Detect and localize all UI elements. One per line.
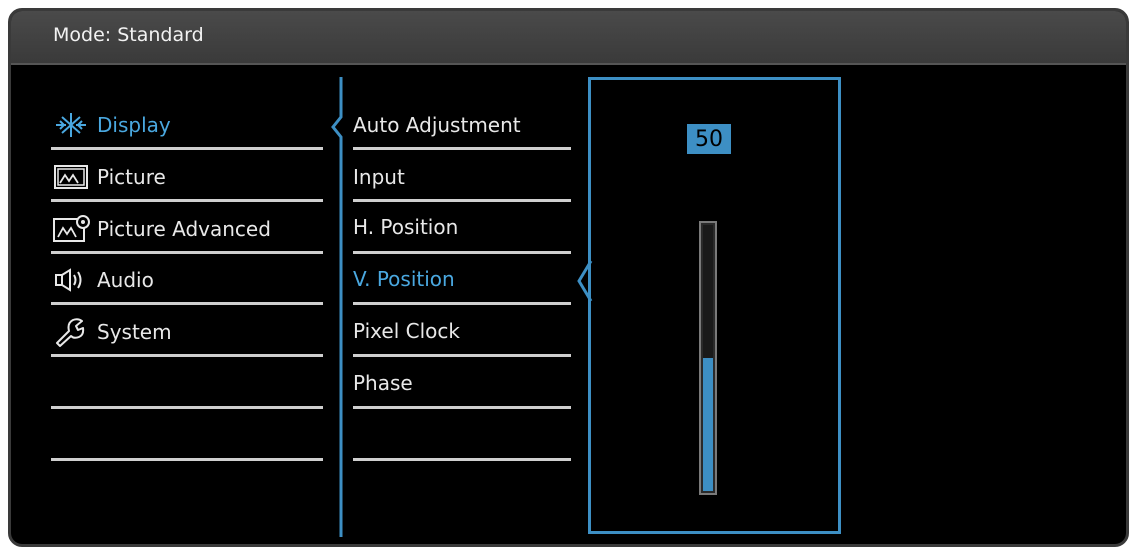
sub-item-pixel-clock[interactable]: Pixel Clock [353,305,571,357]
value-display: 50 [687,124,731,154]
menu-column-divider [331,77,343,537]
sub-label-auto-adjustment: Auto Adjustment [353,113,521,137]
value-panel: 50 [588,77,841,534]
sub-label-pixel-clock: Pixel Clock [353,319,460,343]
divider [51,354,323,357]
title-bar: Mode: Standard [11,11,1126,65]
sub-item-auto-adjustment[interactable]: Auto Adjustment [353,99,571,151]
sub-item-input[interactable]: Input [353,151,571,203]
menu-label-display: Display [97,113,171,137]
speaker-icon [51,265,91,295]
divider [51,406,323,409]
menu-label-audio: Audio [97,268,154,292]
divider [51,458,323,461]
sub-label-v-position: V. Position [353,267,455,291]
sub-label-phase: Phase [353,371,413,395]
vertical-slider[interactable] [699,221,717,495]
menu-label-picture: Picture [97,165,166,189]
divider [353,458,571,461]
divider [51,302,323,305]
menu-item-picture-advanced[interactable]: Picture Advanced [51,203,323,255]
menu-item-display[interactable]: Display [51,99,323,151]
display-brightness-icon [51,110,91,140]
slider-empty-portion [703,225,713,358]
wrench-icon [51,317,91,347]
mode-title: Mode: Standard [53,24,204,46]
slider-fill [703,358,713,491]
menu-label-system: System [97,320,172,344]
sub-item-phase[interactable]: Phase [353,357,571,409]
divider [353,406,571,409]
osd-window: Mode: Standard Display Picture Picture A… [8,8,1129,547]
picture-advanced-icon [51,214,91,244]
sub-item-v-position[interactable]: V. Position [353,253,571,305]
menu-item-picture[interactable]: Picture [51,151,323,203]
picture-icon [51,162,91,192]
divider [51,199,323,202]
menu-item-audio[interactable]: Audio [51,254,323,306]
divider [353,147,571,150]
divider [51,147,323,150]
menu-label-picture-advanced: Picture Advanced [97,217,271,241]
menu-item-system[interactable]: System [51,306,323,358]
sub-item-h-position[interactable]: H. Position [353,201,571,253]
sub-label-h-position: H. Position [353,215,459,239]
sub-label-input: Input [353,165,405,189]
